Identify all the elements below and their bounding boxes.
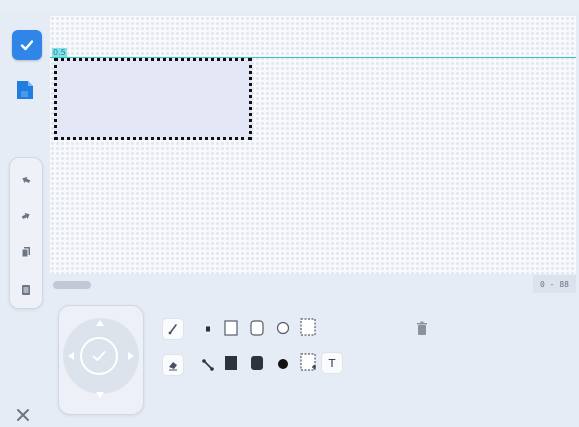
ellipse-outline-tool[interactable]	[273, 318, 293, 338]
filled-rectangle-tool[interactable]	[221, 353, 241, 373]
copy-button[interactable]	[10, 242, 42, 262]
pad-up-arrow[interactable]	[96, 320, 104, 326]
confirm-button[interactable]	[12, 30, 42, 60]
pad-right-arrow[interactable]	[128, 352, 134, 360]
pad-confirm-button[interactable]	[80, 337, 118, 375]
redo-icon	[21, 212, 30, 220]
filled-rounded-rectangle-icon	[251, 356, 263, 370]
filled-ellipse-tool[interactable]	[273, 354, 293, 374]
small-rectangle-tool[interactable]	[198, 319, 218, 339]
top-bar	[0, 0, 579, 12]
checkmark-icon	[92, 351, 106, 361]
list-button[interactable]	[10, 280, 42, 300]
range-readout: 0 - 88	[533, 275, 576, 293]
undo-icon	[22, 176, 31, 184]
pad-down-arrow[interactable]	[96, 392, 104, 398]
redo-button[interactable]	[10, 206, 42, 226]
checkmark-icon	[20, 40, 34, 51]
dashed-rectangle-plus-icon	[300, 353, 316, 371]
dashed-select-tool[interactable]	[298, 317, 318, 337]
document-icon[interactable]	[13, 78, 37, 102]
rectangle-outline-tool[interactable]	[221, 318, 241, 338]
horizontal-scrollbar[interactable]	[50, 276, 532, 292]
brush-icon	[168, 324, 177, 335]
close-icon[interactable]	[14, 406, 32, 424]
eraser-icon	[169, 362, 177, 371]
text-tool[interactable]: T	[322, 353, 342, 373]
line-icon	[202, 359, 214, 371]
list-icon	[22, 285, 30, 295]
rounded-rectangle-outline-icon	[250, 320, 264, 336]
filled-rounded-rectangle-tool[interactable]	[247, 353, 267, 373]
eraser-tool[interactable]	[163, 355, 183, 375]
small-square-icon	[205, 325, 211, 333]
ellipse-outline-icon	[276, 321, 290, 335]
trash-icon[interactable]	[414, 320, 430, 338]
dashed-rectangle-icon	[300, 318, 316, 336]
copy-icon	[21, 247, 30, 258]
line-tool[interactable]	[198, 355, 218, 375]
undo-button[interactable]	[10, 170, 42, 190]
filled-ellipse-icon	[278, 359, 288, 369]
filled-rectangle-icon	[225, 356, 237, 370]
dashed-add-tool[interactable]	[298, 352, 318, 372]
brush-tool[interactable]	[163, 319, 183, 339]
scrollbar-thumb[interactable]	[53, 281, 91, 289]
pad-left-arrow[interactable]	[68, 352, 74, 360]
history-panel	[9, 157, 43, 309]
rectangle-outline-icon	[224, 320, 238, 336]
drawing-canvas[interactable]	[50, 16, 576, 274]
guide-coordinate-label: 0.5	[52, 48, 67, 57]
rounded-rectangle-outline-tool[interactable]	[247, 318, 267, 338]
selection-rectangle[interactable]	[54, 58, 252, 140]
